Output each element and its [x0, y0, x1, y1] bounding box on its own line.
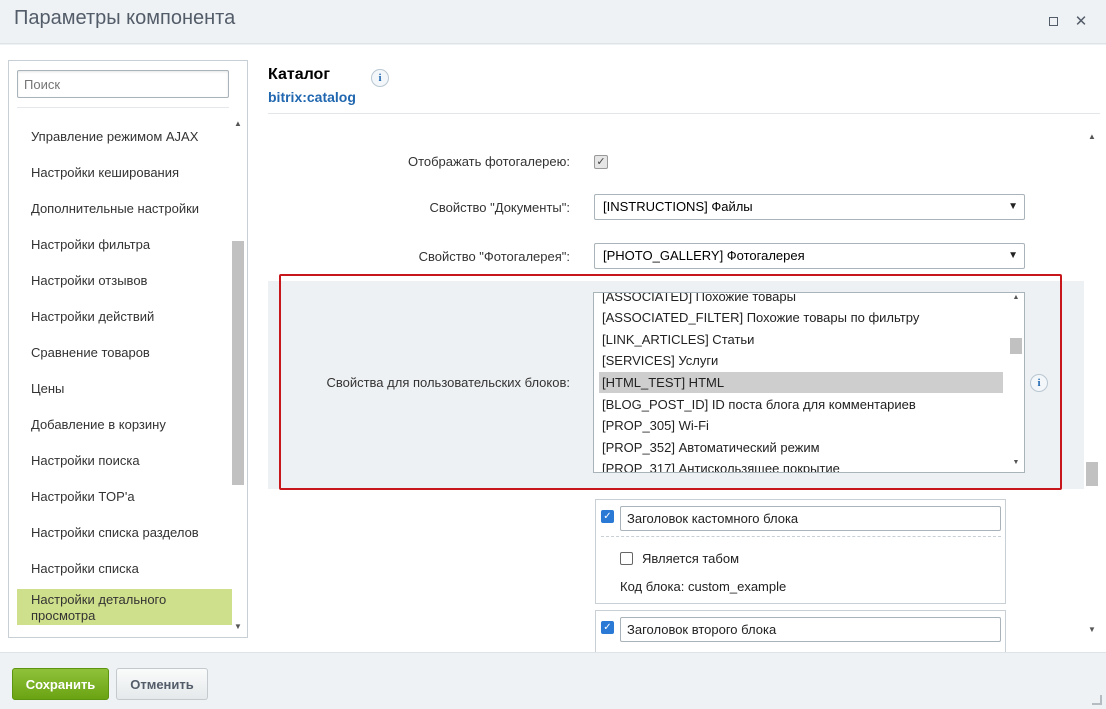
sidebar-list: Управление режимом AJAX Настройки кеширо…: [17, 119, 232, 634]
block-divider: [601, 536, 1001, 537]
sidebar-item-additional[interactable]: Дополнительные настройки: [17, 191, 232, 227]
sidebar-item-actions[interactable]: Настройки действий: [17, 299, 232, 335]
scroll-down-icon[interactable]: ▼: [231, 622, 245, 634]
block-title-input[interactable]: Заголовок кастомного блока: [620, 506, 1001, 531]
sidebar-item-basket[interactable]: Добавление в корзину: [17, 407, 232, 443]
docs-property-value: [INSTRUCTIONS] Файлы: [603, 199, 753, 214]
params-scrollbar[interactable]: ▲ ▼: [1084, 132, 1100, 637]
sidebar-divider: [17, 107, 229, 108]
scroll-up-icon[interactable]: ▲: [1084, 132, 1100, 144]
sidebar-item-top[interactable]: Настройки TOP'а: [17, 479, 232, 515]
component-title: Каталог: [268, 66, 330, 83]
gallery-property-select[interactable]: [PHOTO_GALLERY] Фотогалерея ▼: [594, 243, 1025, 269]
block-enabled-checkbox[interactable]: ✓: [601, 510, 614, 523]
sidebar-item-detail-line1: Настройки детального: [31, 592, 167, 607]
is-tab-label: Является табом: [642, 551, 740, 566]
sidebar-item-section-list[interactable]: Настройки списка разделов: [17, 515, 232, 551]
sections-sidebar: Управление режимом AJAX Настройки кеширо…: [8, 60, 248, 638]
chevron-down-icon: ▼: [1008, 201, 1018, 212]
dialog-titlebar: Параметры компонента ✕: [0, 0, 1106, 44]
chevron-down-icon: ▼: [1008, 250, 1018, 261]
custom-block-card: ✓ Заголовок кастомного блока Является та…: [595, 499, 1006, 604]
dialog-body: Управление режимом AJAX Настройки кеширо…: [0, 45, 1106, 652]
dialog-footer: Сохранить Отменить: [0, 652, 1106, 709]
custom-block-card: ✓ Заголовок второго блока: [595, 610, 1006, 652]
block-title-input[interactable]: Заголовок второго блока: [620, 617, 1001, 642]
block-code-text: Код блока: custom_example: [620, 579, 787, 594]
params-scroll-thumb[interactable]: [1086, 462, 1098, 486]
sidebar-item-detail-line2: просмотра: [31, 608, 96, 623]
component-params-dialog: Параметры компонента ✕ Управление режимо…: [0, 0, 1106, 709]
docs-property-label: Свойство "Документы":: [429, 200, 570, 215]
gallery-property-value: [PHOTO_GALLERY] Фотогалерея: [603, 248, 805, 263]
sidebar-item-filter[interactable]: Настройки фильтра: [17, 227, 232, 263]
cancel-button[interactable]: Отменить: [116, 668, 208, 700]
header-divider: [268, 113, 1100, 114]
scroll-down-icon[interactable]: ▼: [1084, 625, 1100, 637]
scroll-up-icon[interactable]: ▲: [231, 119, 245, 131]
block-enabled-checkbox[interactable]: ✓: [601, 621, 614, 634]
info-icon[interactable]: i: [371, 69, 389, 87]
save-button[interactable]: Сохранить: [12, 668, 109, 700]
sidebar-item-ajax[interactable]: Управление режимом AJAX: [17, 119, 232, 155]
show-gallery-label: Отображать фотогалерею:: [407, 154, 570, 169]
highlight-frame: [279, 274, 1062, 490]
close-icon[interactable]: ✕: [1072, 13, 1090, 31]
maximize-icon[interactable]: [1044, 13, 1062, 31]
sidebar-item-reviews[interactable]: Настройки отзывов: [17, 263, 232, 299]
sidebar-scrollbar[interactable]: ▲ ▼: [231, 119, 245, 634]
show-gallery-checkbox[interactable]: ✓: [594, 155, 608, 169]
sidebar-item-list[interactable]: Настройки списка: [17, 551, 232, 587]
sidebar-search-input[interactable]: [17, 70, 229, 98]
component-code: bitrix:catalog: [268, 89, 356, 105]
resize-handle-icon[interactable]: [1092, 695, 1102, 705]
sidebar-scroll-thumb[interactable]: [232, 241, 244, 485]
docs-property-select[interactable]: [INSTRUCTIONS] Файлы ▼: [594, 194, 1025, 220]
is-tab-checkbox[interactable]: [620, 552, 633, 565]
sidebar-item-compare[interactable]: Сравнение товаров: [17, 335, 232, 371]
sidebar-item-search[interactable]: Настройки поиска: [17, 443, 232, 479]
sidebar-item-detail[interactable]: Настройки детального просмотра: [17, 589, 232, 625]
dialog-title: Параметры компонента: [14, 7, 236, 29]
gallery-property-label: Свойство "Фотогалерея":: [418, 249, 570, 264]
sidebar-item-cache[interactable]: Настройки кеширования: [17, 155, 232, 191]
sidebar-item-prices[interactable]: Цены: [17, 371, 232, 407]
